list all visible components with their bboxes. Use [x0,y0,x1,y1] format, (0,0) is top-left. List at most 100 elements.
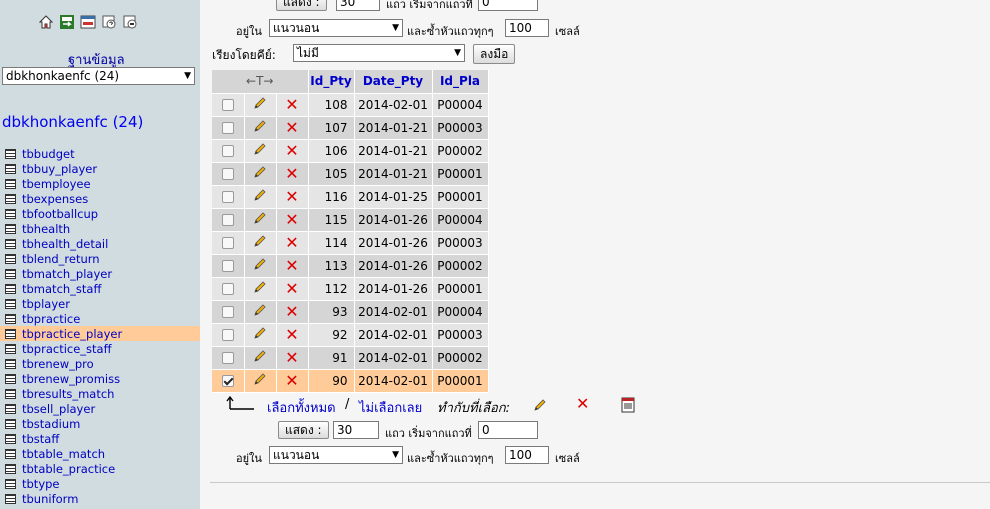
sidebar-table-item[interactable]: tbuniform [0,491,200,506]
sidebar-table-label[interactable]: tbbudget [22,147,75,161]
delete-icon[interactable]: ✕ [285,164,298,183]
sql-icon[interactable] [80,14,96,30]
mode-select-top[interactable]: แนวนอน ▼ [269,19,403,37]
table-icon[interactable] [5,163,16,174]
table-row[interactable]: ✕ 106 2014-01-21 P00002 [212,139,489,163]
table-icon[interactable] [5,223,16,234]
edit-pencil-icon[interactable] [252,164,268,180]
sidebar-table-label[interactable]: tbsell_player [22,402,95,416]
edit-pencil-icon[interactable] [252,233,268,249]
column-header-id-pla[interactable]: Id_Pla [432,70,489,94]
sidebar-table-label[interactable]: tbtable_match [22,447,105,461]
sidebar-table-item[interactable]: tbstadium [0,416,200,431]
sidebar-table-label[interactable]: tbstadium [22,417,80,431]
rows-input-bottom[interactable]: 30 [333,421,379,439]
table-icon[interactable] [5,448,16,459]
table-row[interactable]: ✕ 91 2014-02-01 P00002 [212,346,489,370]
sidebar-table-label[interactable]: tbrenew_pro [22,357,94,371]
table-icon[interactable] [5,463,16,474]
sidebar-table-item[interactable]: tbresults_match [0,386,200,401]
sidebar-table-item[interactable]: tbtype [0,476,200,491]
table-icon[interactable] [5,493,16,504]
sidebar-table-item[interactable]: tblend_return [0,251,200,266]
edit-pencil-icon[interactable] [252,95,268,111]
sidebar-table-label[interactable]: tbmatch_staff [22,282,101,296]
table-icon[interactable] [5,403,16,414]
sidebar-table-item[interactable]: tbsell_player [0,401,200,416]
sidebar-table-item[interactable]: tbbudget [0,146,200,161]
table-row[interactable]: ✕ 116 2014-01-25 P00001 [212,185,489,209]
sidebar-table-label[interactable]: tbresults_match [22,387,114,401]
row-checkbox[interactable] [221,329,234,341]
sidebar-table-label[interactable]: tbbuy_player [22,162,97,176]
edit-pencil-icon[interactable] [252,187,268,203]
export-selected-icon[interactable] [620,397,636,416]
row-checkbox[interactable] [221,237,234,249]
edit-pencil-icon[interactable] [252,210,268,226]
delete-icon[interactable]: ✕ [285,302,298,321]
table-icon[interactable] [5,433,16,444]
table-icon[interactable] [5,193,16,204]
table-row[interactable]: ✕ 90 2014-02-01 P00001 [212,369,489,393]
edit-pencil-icon[interactable] [252,348,268,364]
sidebar-table-item[interactable]: tbtable_practice [0,461,200,476]
sidebar-table-item[interactable]: tbpractice_staff [0,341,200,356]
table-row[interactable]: ✕ 115 2014-01-26 P00004 [212,208,489,232]
check-all-link[interactable]: เลือกทั้งหมด [267,397,336,418]
sidebar-table-item[interactable]: tbpractice_player [0,326,200,341]
sidebar-table-item[interactable]: tbplayer [0,296,200,311]
table-icon[interactable] [5,283,16,294]
sidebar-table-item[interactable]: tbtable_match [0,446,200,461]
table-row[interactable]: ✕ 92 2014-02-01 P00003 [212,323,489,347]
sidebar-table-item[interactable]: tbmatch_staff [0,281,200,296]
database-select[interactable]: dbkhonkaenfc (24) ▼ [2,67,195,85]
table-icon[interactable] [5,313,16,324]
sidebar-table-item[interactable]: tbemployee [0,176,200,191]
sidebar-table-label[interactable]: tbmatch_player [22,267,112,281]
home-icon[interactable] [38,14,54,30]
edit-selected-pencil-icon[interactable] [532,397,548,416]
row-checkbox[interactable] [221,145,234,157]
row-checkbox[interactable] [221,191,234,203]
column-header-date-pty[interactable]: Date_Pty [354,70,433,94]
row-checkbox[interactable] [221,122,234,134]
sidebar-table-item[interactable]: tbrenew_promiss [0,371,200,386]
sidebar-table-item[interactable]: tbrenew_pro [0,356,200,371]
table-icon[interactable] [5,388,16,399]
table-icon[interactable] [5,418,16,429]
row-checkbox[interactable] [221,352,234,364]
sidebar-table-label[interactable]: tbpractice_staff [22,342,112,356]
row-checkbox[interactable] [221,375,234,387]
delete-icon[interactable]: ✕ [285,118,298,137]
table-icon[interactable] [5,328,16,339]
sidebar-table-label[interactable]: tbuniform [22,492,78,506]
delete-icon[interactable]: ✕ [285,141,298,160]
sidebar-table-label[interactable]: tbplayer [22,297,70,311]
go-button[interactable]: ลงมือ [473,44,516,64]
row-checkbox[interactable] [221,214,234,226]
table-icon[interactable] [5,478,16,489]
row-checkbox[interactable] [221,168,234,180]
edit-pencil-icon[interactable] [252,118,268,134]
show-button-top[interactable]: แสดง : [276,0,327,11]
sidebar-table-label[interactable]: tbhealth [22,222,70,236]
sidebar-table-item[interactable]: tbbuy_player [0,161,200,176]
edit-pencil-icon[interactable] [252,325,268,341]
database-heading-link[interactable]: dbkhonkaenfc (24) [2,113,143,131]
table-icon[interactable] [5,298,16,309]
sidebar-table-label[interactable]: tblend_return [22,252,100,266]
table-icon[interactable] [5,358,16,369]
row-checkbox[interactable] [221,99,234,111]
table-icon[interactable] [5,343,16,354]
table-icon[interactable] [5,148,16,159]
delete-icon[interactable]: ✕ [285,187,298,206]
delete-icon[interactable]: ✕ [285,210,298,229]
delete-selected-icon[interactable]: ✕ [576,396,589,412]
edit-pencil-icon[interactable] [252,302,268,318]
show-button-bottom[interactable]: แสดง : [278,421,329,439]
mode-select-bottom[interactable]: แนวนอน ▼ [269,446,403,464]
table-row[interactable]: ✕ 112 2014-01-26 P00001 [212,277,489,301]
sidebar-table-item[interactable]: tbhealth_detail [0,236,200,251]
uncheck-all-link[interactable]: ไม่เลือกเลย [359,397,422,418]
table-icon[interactable] [5,253,16,264]
